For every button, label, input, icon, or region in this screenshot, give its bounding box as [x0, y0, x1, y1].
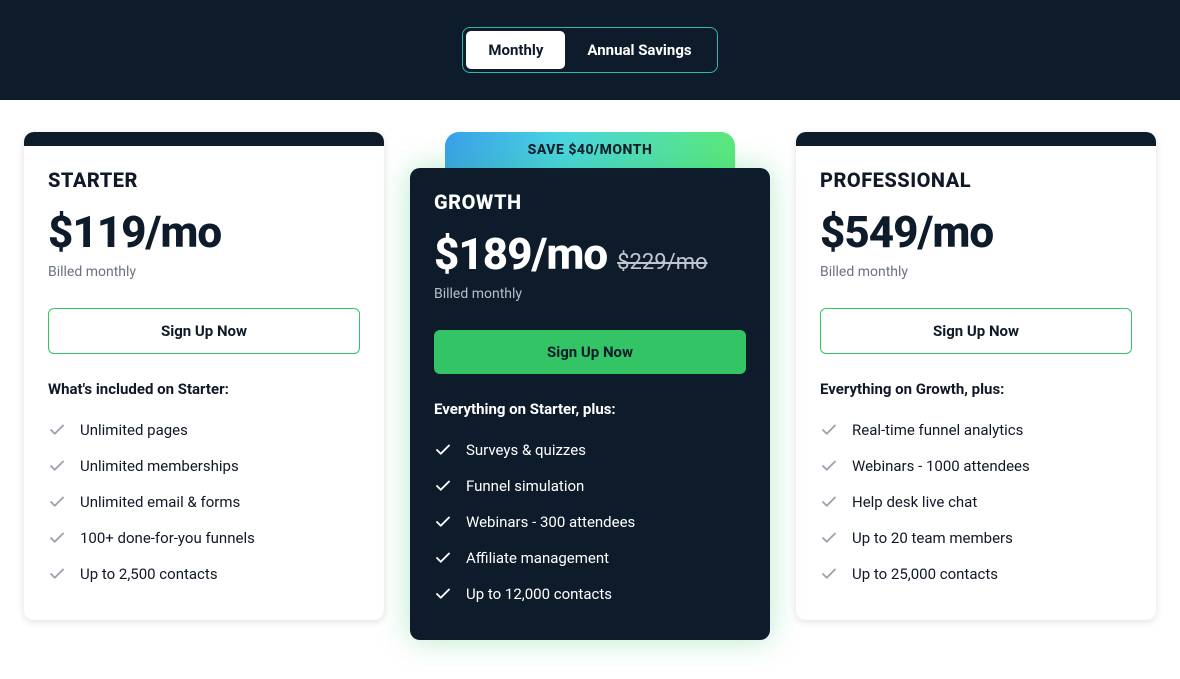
- check-icon: [820, 493, 838, 511]
- feature-text: Up to 25,000 contacts: [852, 565, 998, 583]
- feature-list: Surveys & quizzes Funnel simulation Webi…: [434, 432, 746, 612]
- feature-text: Affiliate management: [466, 549, 609, 567]
- feature-item: Real-time funnel analytics: [820, 412, 1132, 448]
- signup-button-starter[interactable]: Sign Up Now: [48, 308, 360, 354]
- plan-old-price: $229/mo: [617, 250, 707, 275]
- check-icon: [434, 585, 452, 603]
- plan-card-growth: GROWTH $189/mo $229/mo Billed monthly Si…: [410, 168, 770, 640]
- check-icon: [820, 529, 838, 547]
- check-icon: [48, 529, 66, 547]
- feature-item: Funnel simulation: [434, 468, 746, 504]
- feature-text: Unlimited memberships: [80, 457, 239, 475]
- plan-card-professional: PROFESSIONAL $549/mo Billed monthly Sign…: [796, 132, 1156, 620]
- check-icon: [820, 421, 838, 439]
- check-icon: [48, 457, 66, 475]
- billing-toggle-bar: Monthly Annual Savings: [0, 0, 1180, 100]
- feature-text: Unlimited pages: [80, 421, 188, 439]
- feature-text: Funnel simulation: [466, 477, 584, 495]
- check-icon: [48, 565, 66, 583]
- features-heading: Everything on Growth, plus:: [820, 380, 1132, 398]
- feature-item: Unlimited email & forms: [48, 484, 360, 520]
- feature-item: Unlimited pages: [48, 412, 360, 448]
- check-icon: [434, 549, 452, 567]
- billing-note: Billed monthly: [820, 264, 1132, 280]
- card-stripe: [796, 132, 1156, 146]
- signup-button-professional[interactable]: Sign Up Now: [820, 308, 1132, 354]
- feature-item: Webinars - 300 attendees: [434, 504, 746, 540]
- pricing-cards: STARTER $119/mo Billed monthly Sign Up N…: [0, 100, 1180, 662]
- plan-card-growth-wrap: SAVE $40/MONTH GROWTH $189/mo $229/mo Bi…: [410, 132, 770, 640]
- plan-name: STARTER: [48, 168, 360, 192]
- check-icon: [48, 493, 66, 511]
- billing-note: Billed monthly: [48, 264, 360, 280]
- features-heading: What's included on Starter:: [48, 380, 360, 398]
- feature-text: 100+ done-for-you funnels: [80, 529, 255, 547]
- feature-text: Surveys & quizzes: [466, 441, 586, 459]
- feature-text: Webinars - 1000 attendees: [852, 457, 1030, 475]
- feature-item: Up to 20 team members: [820, 520, 1132, 556]
- feature-text: Help desk live chat: [852, 493, 977, 511]
- plan-name: GROWTH: [434, 190, 746, 214]
- feature-item: 100+ done-for-you funnels: [48, 520, 360, 556]
- check-icon: [820, 565, 838, 583]
- plan-price: $549/mo: [820, 206, 993, 258]
- feature-item: Up to 2,500 contacts: [48, 556, 360, 592]
- plan-price: $119/mo: [48, 206, 221, 258]
- billing-toggle: Monthly Annual Savings: [462, 27, 717, 73]
- feature-item: Unlimited memberships: [48, 448, 360, 484]
- feature-item: Surveys & quizzes: [434, 432, 746, 468]
- feature-item: Help desk live chat: [820, 484, 1132, 520]
- plan-price: $189/mo: [434, 228, 607, 280]
- feature-text: Webinars - 300 attendees: [466, 513, 635, 531]
- feature-list: Real-time funnel analytics Webinars - 10…: [820, 412, 1132, 592]
- feature-item: Up to 25,000 contacts: [820, 556, 1132, 592]
- feature-item: Webinars - 1000 attendees: [820, 448, 1132, 484]
- feature-text: Up to 2,500 contacts: [80, 565, 218, 583]
- check-icon: [434, 513, 452, 531]
- billing-note: Billed monthly: [434, 286, 746, 302]
- card-stripe: [24, 132, 384, 146]
- check-icon: [48, 421, 66, 439]
- feature-item: Affiliate management: [434, 540, 746, 576]
- check-icon: [434, 441, 452, 459]
- feature-text: Up to 12,000 contacts: [466, 585, 612, 603]
- plan-name: PROFESSIONAL: [820, 168, 1132, 192]
- signup-button-growth[interactable]: Sign Up Now: [434, 330, 746, 374]
- feature-text: Unlimited email & forms: [80, 493, 240, 511]
- toggle-monthly[interactable]: Monthly: [466, 31, 565, 69]
- features-heading: Everything on Starter, plus:: [434, 400, 746, 418]
- check-icon: [434, 477, 452, 495]
- toggle-annual[interactable]: Annual Savings: [565, 31, 713, 69]
- feature-item: Up to 12,000 contacts: [434, 576, 746, 612]
- plan-card-starter: STARTER $119/mo Billed monthly Sign Up N…: [24, 132, 384, 620]
- feature-list: Unlimited pages Unlimited memberships Un…: [48, 412, 360, 592]
- check-icon: [820, 457, 838, 475]
- feature-text: Up to 20 team members: [852, 529, 1013, 547]
- feature-text: Real-time funnel analytics: [852, 421, 1023, 439]
